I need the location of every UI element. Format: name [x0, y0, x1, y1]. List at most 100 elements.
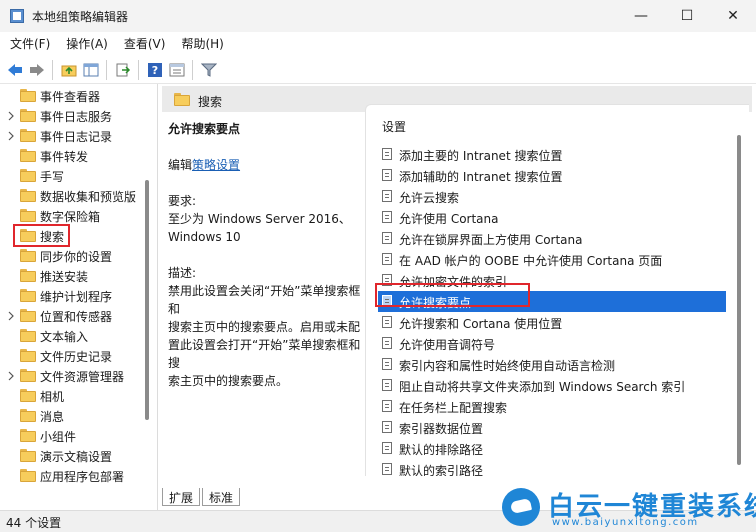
tree-item-label: 数据收集和预览版	[40, 190, 137, 204]
tree-item[interactable]: 事件日志服务	[0, 106, 157, 126]
setting-row[interactable]: 添加辅助的 Intranet 搜索位置	[378, 165, 726, 186]
tree-item-label: 位置和传感器	[40, 310, 113, 324]
policy-setting-icon	[382, 400, 392, 412]
chevron-right-icon[interactable]	[8, 131, 14, 141]
chevron-right-icon[interactable]	[8, 111, 14, 121]
tree-item[interactable]: 事件转发	[0, 146, 157, 166]
requirements-line: Windows 10	[168, 230, 241, 244]
filter-icon[interactable]	[200, 61, 218, 79]
tree-item[interactable]: 位置和传感器	[0, 306, 157, 326]
tab-extended[interactable]: 扩展	[162, 488, 201, 506]
setting-label: 允许在锁屏界面上方使用 Cortana	[399, 233, 583, 247]
menu-action[interactable]: 操作(A)	[60, 35, 114, 52]
tree-scrollbar[interactable]	[145, 180, 149, 420]
tree-item[interactable]: 文件历史记录	[0, 346, 157, 366]
export-list-icon[interactable]	[114, 61, 132, 79]
description-label: 描述:	[168, 266, 197, 280]
policy-setting-icon	[382, 253, 392, 265]
setting-label: 索引器数据位置	[399, 422, 484, 436]
help-icon[interactable]: ?	[146, 61, 164, 79]
description-line: 搜索主页中的搜索要点。启用或未配	[168, 320, 361, 334]
tree-item[interactable]: 小组件	[0, 426, 157, 446]
status-count: 44 个设置	[6, 516, 62, 530]
setting-label: 允许使用 Cortana	[399, 212, 499, 226]
tree-item[interactable]: 事件日志记录	[0, 126, 157, 146]
navigation-tree: 事件查看器 事件日志服务 事件日志记录 事件转发 手写 数据收集和预览版 数字保险箱 搜索 同步…	[0, 84, 158, 510]
tree-item-label: 数字保险箱	[40, 210, 101, 224]
tree-item[interactable]: 数据收集和预览版	[0, 186, 157, 206]
tree-item[interactable]: 文本输入	[0, 326, 157, 346]
setting-row[interactable]: 阻止自动将共享文件夹添加到 Windows Search 索引	[378, 375, 726, 396]
edit-policy-link[interactable]: 策略设置	[192, 158, 240, 172]
policy-setting-icon	[382, 421, 392, 433]
setting-row[interactable]: 允许在锁屏界面上方使用 Cortana	[378, 228, 726, 249]
minimize-button[interactable]: —	[618, 0, 664, 32]
tree-item[interactable]: 手写	[0, 166, 157, 186]
setting-row[interactable]: 默认的索引路径	[378, 459, 726, 476]
setting-row[interactable]: 默认的排除路径	[378, 438, 726, 459]
policy-setting-icon	[382, 169, 392, 181]
up-folder-icon[interactable]	[60, 61, 78, 79]
settings-column-header[interactable]: 设置	[382, 118, 406, 135]
setting-row[interactable]: 在任务栏上配置搜索	[378, 396, 726, 417]
close-button[interactable]: ✕	[710, 0, 756, 32]
setting-row[interactable]: 允许云搜索	[378, 186, 726, 207]
setting-label: 默认的排除路径	[399, 443, 484, 457]
folder-icon	[20, 449, 36, 462]
tree-item[interactable]: 应用程序包部署	[0, 466, 157, 486]
chevron-right-icon[interactable]	[8, 371, 14, 381]
setting-row[interactable]: 允许搜索和 Cortana 使用位置	[378, 312, 726, 333]
back-icon[interactable]	[6, 61, 24, 79]
tree-item-label: 应用程序包部署	[40, 470, 125, 484]
properties-icon[interactable]	[168, 61, 186, 79]
setting-row[interactable]: 允许使用音调符号	[378, 333, 726, 354]
menu-view[interactable]: 查看(V)	[118, 35, 172, 52]
tree-item[interactable]: 相机	[0, 386, 157, 406]
folder-icon	[20, 269, 36, 282]
folder-icon	[20, 429, 36, 442]
setting-label: 允许搜索和 Cortana 使用位置	[399, 317, 563, 331]
tree-item[interactable]: 推送安装	[0, 266, 157, 286]
tree-item[interactable]: 消息	[0, 406, 157, 426]
folder-icon	[20, 469, 36, 482]
tree-item-label: 消息	[40, 410, 65, 424]
setting-row[interactable]: 添加主要的 Intranet 搜索位置	[378, 144, 726, 165]
tree-item[interactable]: 文件资源管理器	[0, 366, 157, 386]
toolbar-separator	[106, 60, 107, 80]
policy-setting-icon	[382, 337, 392, 349]
tree-item[interactable]: 事件查看器	[0, 86, 157, 106]
setting-row[interactable]: 在 AAD 帐户的 OOBE 中允许使用 Cortana 页面	[378, 249, 726, 270]
setting-label: 添加主要的 Intranet 搜索位置	[399, 149, 563, 163]
watermark-logo: 白云一键重装系统 www.baiyunxitong.com	[494, 486, 756, 532]
setting-row[interactable]: 索引器数据位置	[378, 417, 726, 438]
tree-item-label: 文件历史记录	[40, 350, 113, 364]
tab-standard[interactable]: 标准	[202, 488, 241, 506]
tree-item-label: 同步你的设置	[40, 250, 113, 264]
tree-item[interactable]: 同步你的设置	[0, 246, 157, 266]
toolbar-separator	[192, 60, 193, 80]
watermark-url: www.baiyunxitong.com	[552, 517, 699, 528]
tree-item-label: 文本输入	[40, 330, 89, 344]
menu-file[interactable]: 文件(F)	[4, 35, 56, 52]
setting-row[interactable]: 索引内容和属性时始终使用自动语言检测	[378, 354, 726, 375]
menu-help[interactable]: 帮助(H)	[175, 35, 229, 52]
policy-setting-icon	[382, 442, 392, 454]
setting-row[interactable]: 允许使用 Cortana	[378, 207, 726, 228]
group-policy-app-icon	[10, 9, 24, 23]
requirements-label: 要求:	[168, 194, 197, 208]
maximize-icon: ☐	[680, 8, 694, 24]
svg-text:?: ?	[152, 64, 158, 77]
tree-item[interactable]: 维护计划程序	[0, 286, 157, 306]
folder-icon	[20, 89, 36, 102]
settings-scrollbar[interactable]	[737, 135, 741, 465]
chevron-right-icon[interactable]	[8, 311, 14, 321]
maximize-button[interactable]: ☐	[664, 0, 710, 32]
tree-item[interactable]: 数字保险箱	[0, 206, 157, 226]
tree-item[interactable]: 演示文稿设置	[0, 446, 157, 466]
folder-icon	[20, 329, 36, 342]
policy-title: 允许搜索要点	[168, 122, 241, 136]
policy-setting-icon	[382, 463, 392, 475]
show-hide-tree-icon[interactable]	[82, 61, 100, 79]
forward-icon[interactable]	[28, 61, 46, 79]
policy-description: 允许搜索要点 编辑策略设置 要求: 至少为 Windows Server 201…	[168, 120, 368, 390]
